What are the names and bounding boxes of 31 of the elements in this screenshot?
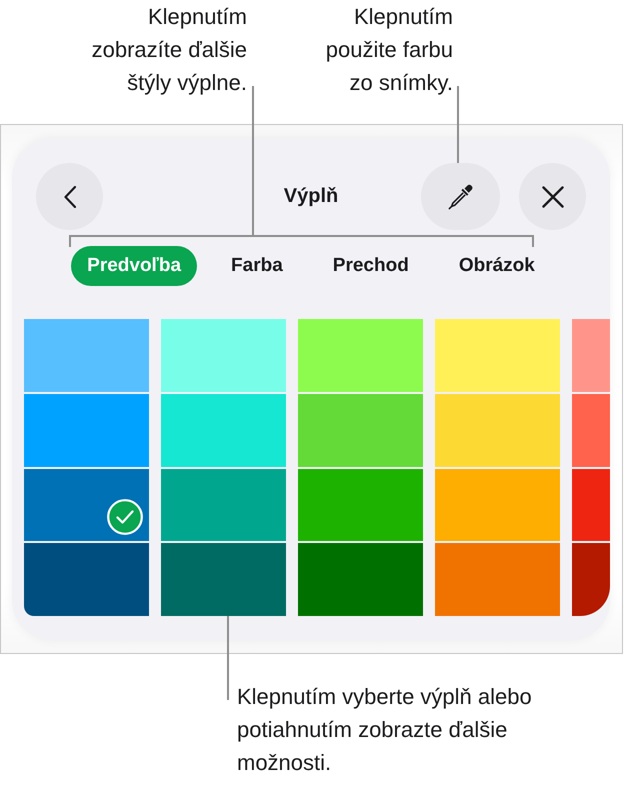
color-swatch[interactable] [161,543,286,616]
color-swatch[interactable] [435,394,560,466]
close-icon [542,186,564,208]
color-swatch[interactable] [298,394,423,466]
color-swatch[interactable] [161,319,286,392]
color-swatch[interactable] [24,543,149,616]
tab[interactable]: Obrázok [442,246,551,286]
color-swatch[interactable] [24,394,149,466]
tab[interactable]: Prechod [316,246,425,286]
tab[interactable]: Farba [215,246,299,286]
eyedropper-icon [448,184,474,210]
panel-title: Výplň [284,185,338,208]
color-swatch[interactable] [572,468,610,542]
callout-text: Klepnutím zobrazíte ďalšie štýly výplne. [90,3,247,97]
chevron-left-icon [64,186,76,208]
color-swatch[interactable] [435,319,560,392]
callout-text: Klepnutím použite farbu zo snímky. [324,3,453,97]
callout-text: Klepnutím vyberte výplň alebo potiahnutím zobrazte ďalšie možnosti. [237,683,533,777]
color-swatch[interactable] [572,319,610,392]
checkmark-icon [107,499,143,536]
color-swatch[interactable] [161,468,286,542]
color-swatch[interactable] [298,543,423,616]
color-swatch[interactable] [435,543,560,616]
color-swatch[interactable] [24,468,149,542]
color-swatch[interactable] [298,468,423,542]
color-swatch[interactable] [435,468,560,542]
color-swatch[interactable] [298,319,423,392]
color-swatch[interactable] [572,543,610,616]
color-swatch[interactable] [24,319,149,392]
color-swatch[interactable] [161,394,286,466]
color-swatch[interactable] [572,394,610,466]
